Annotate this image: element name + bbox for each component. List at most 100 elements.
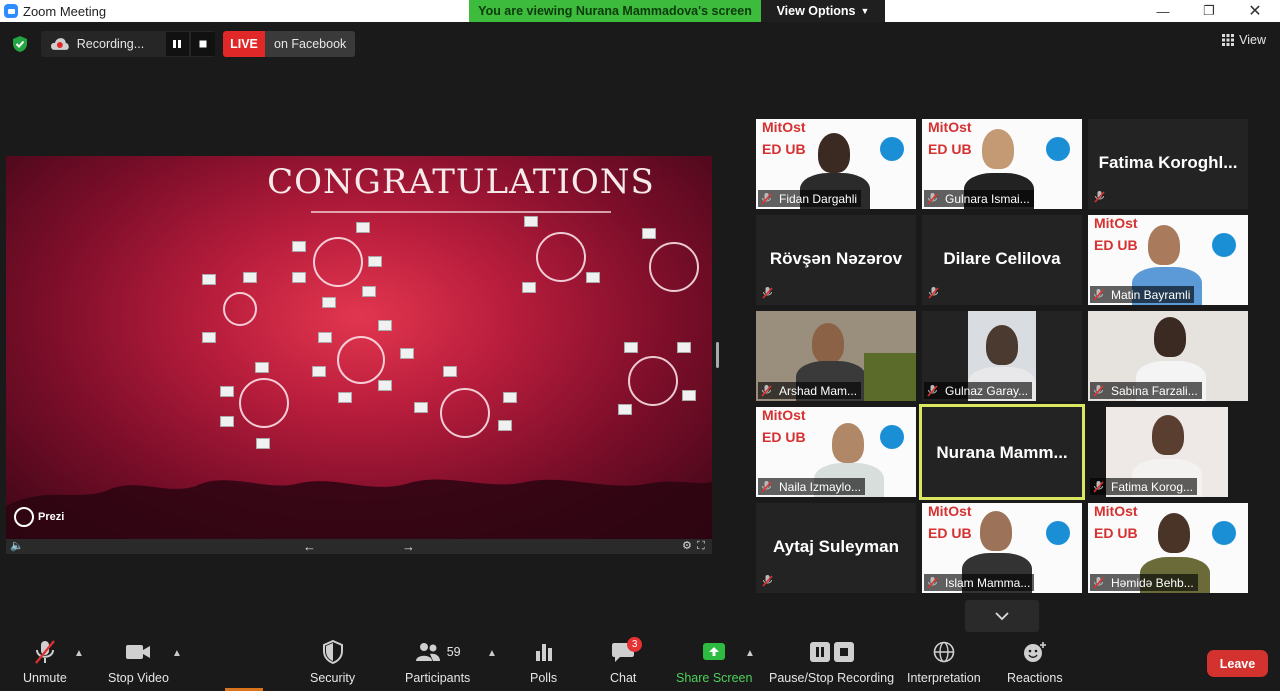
fullscreen-icon[interactable]: ⛶ [697,539,705,554]
muted-mic-icon [1093,480,1104,493]
prezi-topic-node [313,237,363,287]
participants-count: 59 [446,645,461,659]
participant-tile[interactable]: MitOst ED UB Islam Mamma... [922,503,1082,593]
prezi-brand-label: Prezi [38,511,65,523]
settings-gear-icon[interactable]: ⚙ [682,539,692,554]
splitter-handle[interactable] [716,342,719,368]
muted-microphone-icon [35,640,55,664]
participant-tile[interactable]: MitOst ED UB Həmidə Behb... [1088,503,1248,593]
participant-name-label: Həmidə Behb... [1090,574,1198,591]
participant-tile[interactable]: Dilare Celilova [922,215,1082,305]
participant-tile[interactable]: Rövşən Nəzərov [756,215,916,305]
audio-options-caret-icon[interactable]: ▲ [74,648,84,659]
zoom-app-icon [4,4,18,18]
stop-video-button[interactable]: Stop Video [108,639,169,685]
participant-tile[interactable]: MitOst ED UB Naila Izmaylo... [756,407,916,497]
participant-tile[interactable]: MitOst ED UB Gulnara Ismai... [922,119,1082,209]
polls-button[interactable]: Polls [530,639,557,685]
security-button[interactable]: Security [310,639,355,685]
participant-tile[interactable]: Aytaj Suleyman [756,503,916,593]
participant-video [812,323,844,363]
share-screen-arrow-icon [703,643,726,660]
participant-display-name: Rövşən Nəzərov [769,249,903,268]
pause-stop-recording-button[interactable]: Pause/Stop Recording [769,639,894,685]
unmute-button[interactable]: Unmute [23,639,67,685]
participant-name-label: Islam Mamma... [924,574,1035,591]
presentation-heading: CONGRATULATIONS [267,162,655,202]
live-stream-indicator[interactable]: LIVE on Facebook [223,31,356,57]
muted-mic-icon [928,287,939,299]
muted-mic-icon [1093,576,1104,589]
participants-button[interactable]: 59 Participants [405,639,470,685]
prezi-thumbnail [503,392,517,403]
participant-tile[interactable]: Arshad Mam... [756,311,916,401]
check-badge-icon [1212,521,1236,545]
smiley-plus-icon [1023,642,1046,662]
participant-display-name: Aytaj Suleyman [773,537,899,556]
participant-video [980,511,1012,551]
chevron-down-icon: ▼ [860,6,870,16]
live-badge: LIVE [223,31,265,57]
recording-label: Recording... [76,37,145,51]
participant-name: Naila Izmaylo... [779,479,862,494]
prezi-thumbnail [292,272,306,283]
mitost-logo: MitOst [928,119,972,135]
security-shield-icon[interactable] [12,35,28,53]
participant-name: Islam Mamma... [945,575,1031,590]
participants-options-caret-icon[interactable]: ▲ [487,648,497,659]
cloud-recording-icon [51,38,69,50]
prezi-thumbnail [522,282,536,293]
prev-slide-arrow-icon[interactable]: ← [303,539,316,554]
pause-recording-button[interactable] [165,32,190,56]
interpretation-button[interactable]: Interpretation [907,639,981,685]
participant-name-label: Arshad Mam... [758,382,862,399]
participant-video [1148,225,1180,265]
pause-stop-recording-label: Pause/Stop Recording [769,671,895,685]
prezi-thumbnail [202,274,216,285]
participant-name-label: Naila Izmaylo... [758,478,866,495]
participant-tile[interactable]: Fatima Koroghl... [1088,119,1248,209]
minimize-icon[interactable]: — [1140,0,1186,22]
participant-tile[interactable]: Fatima Korog... [1088,407,1248,497]
reactions-button[interactable]: Reactions [1007,639,1063,685]
next-slide-arrow-icon[interactable]: → [402,539,415,554]
prezi-thumbnail [312,366,326,377]
screen-share-banner: You are viewing Nurana Mammadova's scree… [469,0,885,22]
participant-name: Gulnara Ismai... [945,191,1030,206]
volume-icon[interactable]: 🔈 [10,539,24,554]
live-platform-label: on Facebook [265,31,356,57]
share-options-caret-icon[interactable]: ▲ [745,648,755,659]
gallery-next-page-button[interactable] [965,600,1039,632]
prezi-thumbnail [368,256,382,267]
polls-label: Polls [530,671,558,685]
viewing-screen-text: You are viewing Nurana Mammadova's scree… [469,0,761,22]
prezi-thumbnail [624,342,638,353]
edhub-logo: ED UB [928,525,972,541]
muted-mic-icon [762,575,773,587]
muted-mic-icon [1093,384,1104,397]
prezi-thumbnail [362,286,376,297]
prezi-thumbnail [202,332,216,343]
view-button[interactable]: View [1222,33,1266,47]
participants-icon [415,643,440,661]
participant-tile[interactable]: MitOst ED UB Fidan Dargahli [756,119,916,209]
shared-screen[interactable]: CONGRATULATIONS Prezi 🔈 ← → ⚙ ⛶ [6,156,712,554]
prezi-thumbnail [414,402,428,413]
prezi-topic-node [239,378,289,428]
stop-recording-button[interactable] [191,32,215,56]
mitost-logo: MitOst [762,119,806,135]
participant-tile[interactable]: Sabina Farzali... [1088,311,1248,401]
prezi-thumbnail [378,320,392,331]
participant-tile-active-speaker[interactable]: Nurana Mamm... [919,404,1085,500]
close-icon[interactable]: ✕ [1232,0,1278,22]
participant-tile[interactable]: MitOst ED UB Matin Bayramli [1088,215,1248,305]
share-screen-button[interactable]: Share Screen [676,639,752,685]
restore-icon[interactable]: ❐ [1186,0,1232,22]
edhub-logo: ED UB [1094,525,1138,541]
chat-button[interactable]: 3 Chat [610,637,643,685]
participant-name: Gulnaz Garay... [945,383,1029,398]
video-options-caret-icon[interactable]: ▲ [172,648,182,659]
view-options-button[interactable]: View Options ▼ [761,0,885,22]
leave-button[interactable]: Leave [1207,650,1268,677]
participant-tile[interactable]: Gulnaz Garay... [922,311,1082,401]
